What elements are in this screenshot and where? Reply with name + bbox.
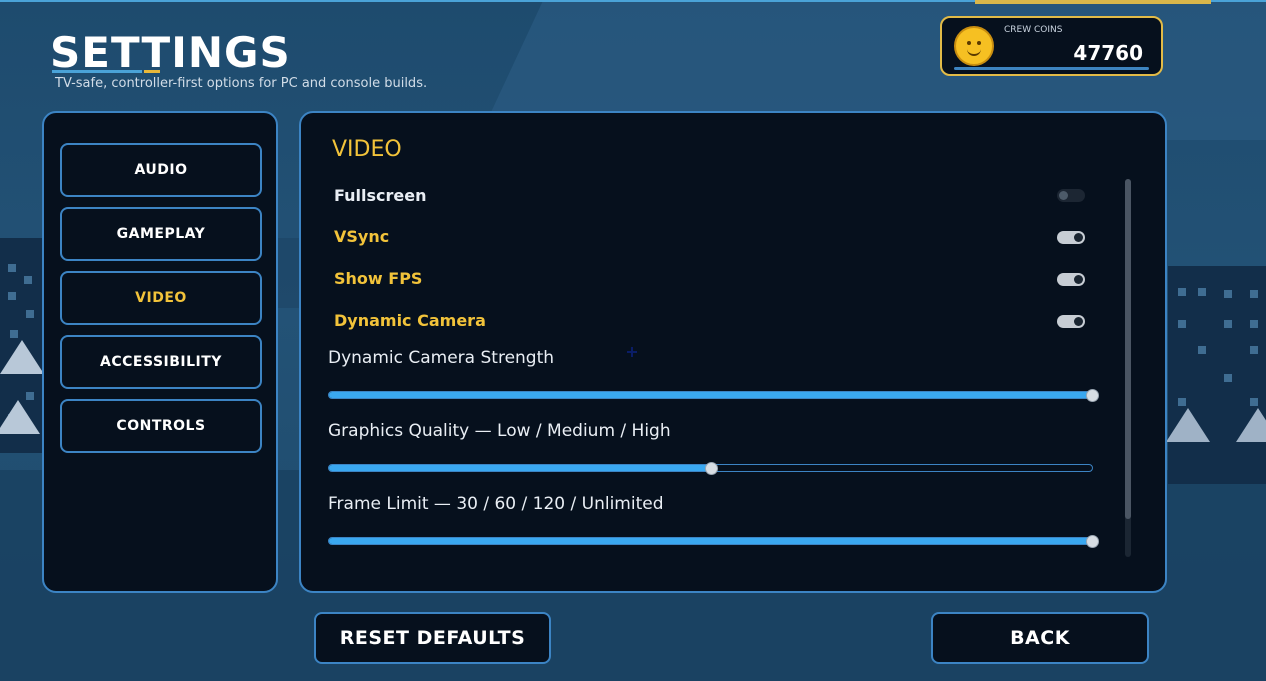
slider-thumb[interactable] [1086,389,1099,402]
settings-scrollbar[interactable] [1125,179,1131,557]
tab-accessibility[interactable]: ACCESSIBILITY [60,335,262,389]
slider-thumb[interactable] [704,462,718,475]
fullscreen-toggle[interactable] [1057,189,1085,202]
title-underline-accent [144,70,160,73]
show-fps-label: Show FPS [334,269,423,288]
crosshair-cursor-icon [627,347,637,357]
tab-video[interactable]: VIDEO [60,271,262,325]
vsync-label: VSync [334,227,390,246]
video-settings-panel: VIDEO Fullscreen VSync Show FPS Dynamic … [299,111,1167,593]
reset-defaults-button[interactable]: RESET DEFAULTS [314,612,551,664]
graphics-quality-label: Graphics Quality — Low / Medium / High [328,421,671,441]
smiley-coin-icon [954,26,994,66]
camera-strength-label: Dynamic Camera Strength [328,348,555,368]
tab-controls[interactable]: CONTROLS [60,399,262,453]
fullscreen-label: Fullscreen [334,186,427,205]
coins-value: 47760 [1073,41,1143,65]
coins-label: CREW COINS [1004,25,1063,35]
title-underline [52,70,142,73]
city-skyline-right [1168,266,1266,484]
frame-limit-label: Frame Limit — 30 / 60 / 120 / Unlimited [328,494,664,514]
dynamic-camera-label: Dynamic Camera [334,311,486,330]
frame-limit-slider[interactable] [328,535,1099,548]
crew-coins-panel: CREW COINS 47760 [940,16,1163,76]
scrollbar-thumb[interactable] [1125,179,1131,519]
graphics-quality-slider[interactable] [328,462,1093,475]
settings-tabs-panel: AUDIO GAMEPLAY VIDEO ACCESSIBILITY CONTR… [42,111,278,593]
slider-fill [329,538,1092,544]
page-subtitle: TV-safe, controller-first options for PC… [55,76,428,91]
camera-strength-slider[interactable] [328,389,1099,402]
slider-fill [329,392,1092,398]
show-fps-toggle[interactable] [1057,273,1085,286]
back-button[interactable]: BACK [931,612,1149,664]
slider-thumb[interactable] [1086,535,1099,548]
slider-fill [329,465,711,471]
coins-bar [954,67,1149,70]
tab-gameplay[interactable]: GAMEPLAY [60,207,262,261]
tab-audio[interactable]: AUDIO [60,143,262,197]
section-title: VIDEO [332,137,402,162]
dynamic-camera-toggle[interactable] [1057,315,1085,328]
vsync-toggle[interactable] [1057,231,1085,244]
